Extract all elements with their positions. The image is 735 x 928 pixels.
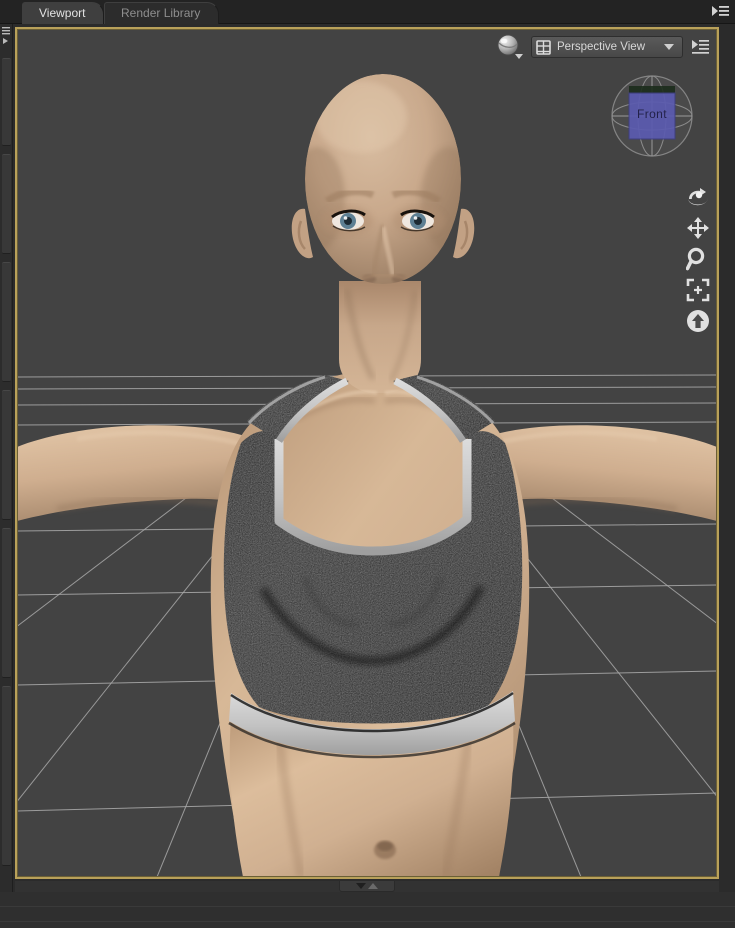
- splitter-handle[interactable]: [339, 881, 395, 892]
- chevron-down-icon: [664, 44, 674, 50]
- frame-selection-tool[interactable]: [685, 278, 711, 302]
- view-select-value: Perspective View: [557, 41, 645, 53]
- orbit-camera-tool[interactable]: [685, 185, 711, 209]
- tab-render-library-label: Render Library: [121, 6, 201, 20]
- dock-pane-handle[interactable]: [2, 154, 11, 254]
- tab-viewport[interactable]: Viewport: [22, 2, 105, 24]
- dock-pane-handle[interactable]: [2, 262, 11, 382]
- panel-divider: [0, 906, 735, 907]
- viewport-options-icon[interactable]: [689, 36, 711, 58]
- triangle-up-icon[interactable]: [368, 883, 378, 889]
- tab-render-library[interactable]: Render Library: [104, 2, 220, 24]
- viewport-nav-tools: [683, 63, 713, 333]
- dock-pane-handle[interactable]: [2, 528, 11, 678]
- draw-style-selector[interactable]: [495, 33, 525, 61]
- left-dock-options-icon[interactable]: [0, 24, 13, 46]
- dock-pane-handle[interactable]: [2, 686, 11, 866]
- left-dock-strip: [0, 24, 13, 928]
- dock-pane-handle[interactable]: [2, 58, 11, 146]
- bottom-panel: [0, 892, 735, 928]
- viewport-layout-icon: [536, 39, 551, 55]
- panel-divider: [0, 921, 735, 922]
- viewport-toolbar: Perspective View: [495, 33, 711, 61]
- viewport-bottom-splitter[interactable]: [15, 881, 719, 892]
- application-window: Viewport Render Library Perspective View…: [0, 0, 735, 928]
- reset-camera-tool[interactable]: [685, 309, 711, 333]
- pane-tab-bar: Viewport Render Library: [0, 0, 735, 24]
- pane-options-icon[interactable]: [709, 3, 731, 21]
- viewport-3d[interactable]: Perspective View Front: [15, 27, 719, 879]
- triangle-down-icon[interactable]: [356, 883, 366, 889]
- tab-viewport-label: Viewport: [39, 6, 86, 20]
- pan-camera-tool[interactable]: [685, 216, 711, 240]
- dock-pane-handle[interactable]: [2, 390, 11, 520]
- viewport-scene[interactable]: Perspective View Front: [17, 29, 717, 877]
- zoom-camera-tool[interactable]: [685, 247, 711, 271]
- view-select-dropdown[interactable]: Perspective View: [531, 36, 683, 58]
